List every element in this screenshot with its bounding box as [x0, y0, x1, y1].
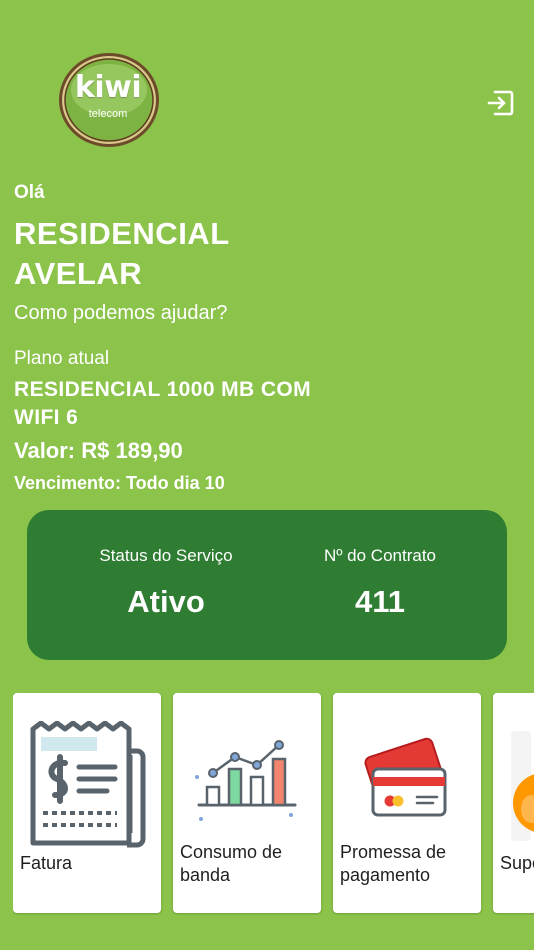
greeting-hello: Olá: [14, 182, 45, 203]
menu-tile-label: Consumo de banda: [180, 842, 283, 885]
contract-number-value: 411: [354, 584, 405, 619]
plan-price: Valor: R$ 189,90: [14, 438, 183, 463]
bandwidth-chart-icon: [195, 740, 297, 821]
menu-tile-bandwidth[interactable]: Consumo de banda: [173, 693, 321, 913]
logo-subtitle: telecom: [88, 108, 128, 120]
credit-card-icon: [364, 737, 447, 817]
status-card: Status do Serviço Ativo Nº do Contrato 4…: [27, 510, 507, 660]
support-icon: [511, 731, 534, 841]
menu-carousel[interactable]: Fatura Consumo de banda Promessa de paga…: [13, 693, 534, 915]
service-status-value: Ativo: [127, 584, 205, 619]
invoice-icon: [30, 721, 146, 848]
menu-tile-payment-promise[interactable]: Promessa de pagamento: [333, 693, 481, 913]
logout-button[interactable]: [486, 88, 516, 118]
logout-icon: [487, 90, 514, 116]
menu-tile-label: Suporte: [500, 853, 534, 873]
plan-due-date: Vencimento: Todo dia 10: [14, 473, 225, 493]
kiwi-logo: kiwi telecom: [56, 50, 166, 150]
service-status: Status do Serviço Ativo: [56, 546, 276, 620]
menu-tile-support[interactable]: Suporte: [493, 693, 534, 913]
menu-tile-label: Promessa de pagamento: [340, 842, 447, 885]
client-name: RESIDENCIAL AVELAR: [14, 216, 230, 291]
contract-number: Nº do Contrato 411: [270, 546, 490, 620]
menu-tile-invoice[interactable]: Fatura: [13, 693, 161, 913]
contract-number-label: Nº do Contrato: [323, 546, 437, 565]
plan-name: RESIDENCIAL 1000 MB COM WIFI 6: [14, 378, 312, 429]
menu-tile-label: Fatura: [20, 853, 73, 873]
logo-wordmark: kiwi: [74, 70, 142, 105]
help-prompt: Como podemos ajudar?: [14, 302, 228, 324]
plan-label: Plano atual: [14, 348, 110, 369]
service-status-label: Status do Serviço: [99, 546, 233, 565]
